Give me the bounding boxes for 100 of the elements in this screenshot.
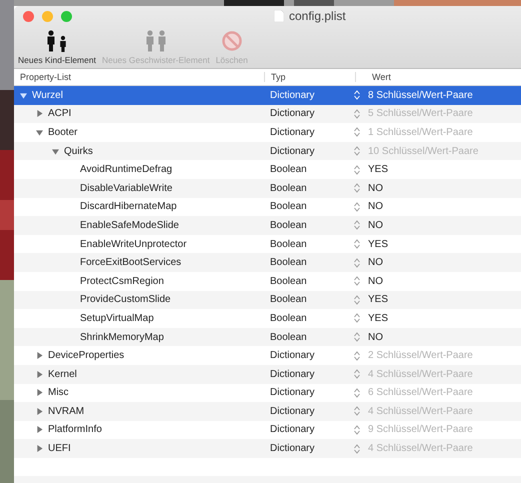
table-row[interactable]: NVRAM Dictionary 4 Schlüssel/Wert-Paare [14,402,521,421]
stepper-icon[interactable] [354,369,360,380]
table-row[interactable]: Booter Dictionary 1 Schlüssel/Wert-Paare [14,123,521,142]
stepper-icon[interactable] [354,276,360,286]
disclosure-right-icon[interactable] [36,389,44,396]
key-text: ACPI [48,108,72,120]
table-row[interactable]: EnableWriteUnprotector Boolean YES [14,234,521,254]
key-text: Misc [48,387,69,398]
key-text: DiscardHibernateMap [80,201,177,212]
value-text: 4 Schlüssel/Wert-Paare [368,443,473,454]
type-text: Dictionary [270,126,314,138]
type-text: Dictionary [270,146,314,157]
key-text: Kernel [48,368,77,380]
table-row[interactable]: DiscardHibernateMap Boolean NO [14,198,521,216]
disclosure-right-icon[interactable] [36,110,44,118]
type-text: Dictionary [270,387,314,398]
window-title: config.plist [289,9,346,23]
value-text: 6 Schlüssel/Wert-Paare [368,387,473,398]
value-text: 4 Schlüssel/Wert-Paare [368,368,473,380]
stepper-icon[interactable] [354,127,360,138]
value-text: NO [368,257,383,268]
value-text: NO [368,332,383,343]
value-text: 1 Schlüssel/Wert-Paare [368,126,473,138]
table-row[interactable]: ProtectCsmRegion Boolean NO [14,272,521,291]
table-row[interactable]: DeviceProperties Dictionary 2 Schlüssel/Wert-Paare [14,346,521,365]
disclosure-right-icon[interactable] [36,426,44,434]
stepper-icon[interactable] [354,388,360,398]
disclosure-right-icon[interactable] [36,445,44,452]
value-text: YES [368,312,388,324]
disclosure-right-icon[interactable] [36,352,44,360]
stepper-icon[interactable] [354,332,360,342]
table-row[interactable]: Wurzel Dictionary 8 Schlüssel/Wert-Paare [14,86,521,105]
table-row[interactable]: UEFI Dictionary 4 Schlüssel/Wert-Paare [14,439,521,458]
column-header[interactable]: Typ [264,72,355,82]
key-text: DisableVariableWrite [80,182,172,194]
table-row[interactable]: Misc Dictionary 6 Schlüssel/Wert-Paare [14,384,521,402]
stepper-icon[interactable] [354,183,360,194]
stepper-icon[interactable] [354,313,360,324]
key-text: UEFI [48,443,71,454]
key-text: Quirks [64,146,93,157]
stepper-icon[interactable] [354,239,360,250]
key-text: EnableSafeModeSlide [80,220,179,231]
table-row[interactable]: ShrinkMemoryMap Boolean NO [14,328,521,346]
type-text: Boolean [270,182,307,194]
key-text: ProvideCustomSlide [80,294,171,306]
stepper-icon[interactable] [354,424,360,435]
close-button[interactable] [23,10,34,22]
table-row[interactable]: DisableVariableWrite Boolean NO [14,178,521,198]
value-text: 4 Schlüssel/Wert-Paare [368,406,473,417]
type-text: Boolean [270,164,307,176]
table-row[interactable]: PlatformInfo Dictionary 9 Schlüssel/Wert-Paare [14,420,521,440]
value-text: 5 Schlüssel/Wert-Paare [368,108,473,120]
zoom-button[interactable] [61,10,72,22]
type-text: Dictionary [270,108,314,120]
minimize-button[interactable] [42,10,53,22]
table-row[interactable]: ForceExitBootServices Boolean NO [14,253,521,272]
disclosure-down-icon[interactable] [36,128,44,136]
value-text: 8 Schlüssel/Wert-Paare [368,90,473,101]
table-row[interactable]: ACPI Dictionary 5 Schlüssel/Wert-Paare [14,104,521,124]
stepper-icon[interactable] [354,406,360,416]
table-row[interactable]: AvoidRuntimeDefrag Boolean YES [14,160,521,179]
disclosure-right-icon[interactable] [36,370,44,378]
column-header[interactable]: Wert [355,72,521,82]
type-text: Boolean [270,332,307,343]
stepper-icon[interactable] [354,146,360,156]
disclosure-right-icon[interactable] [36,408,44,415]
value-text: YES [368,164,388,176]
type-text: Boolean [270,238,307,250]
key-text: Booter [48,126,78,138]
key-text: EnableWriteUnprotector [80,238,187,250]
type-text: Boolean [270,201,307,212]
disclosure-down-icon[interactable] [20,92,28,99]
stepper-icon[interactable] [354,108,360,119]
key-text: Wurzel [32,90,63,101]
table-row[interactable]: Kernel Dictionary 4 Schlüssel/Wert-Paare [14,364,521,384]
key-text: DeviceProperties [48,350,124,362]
key-text: SetupVirtualMap [80,312,154,324]
type-text: Dictionary [270,90,314,101]
key-text: NVRAM [48,406,84,417]
table-row[interactable]: SetupVirtualMap Boolean YES [14,309,521,328]
value-text: YES [368,238,388,250]
table-row[interactable]: Quirks Dictionary 10 Schlüssel/Wert-Paare [14,142,521,160]
stepper-icon[interactable] [354,258,360,268]
type-text: Boolean [270,312,307,324]
stepper-icon[interactable] [354,220,360,230]
value-text: NO [368,201,383,212]
stepper-icon[interactable] [354,164,360,175]
stepper-icon[interactable] [354,202,360,212]
key-text: ShrinkMemoryMap [80,332,164,343]
key-text: ForceExitBootServices [80,257,182,268]
stepper-icon[interactable] [354,350,360,361]
type-text: Dictionary [270,443,314,454]
disclosure-down-icon[interactable] [52,148,60,155]
stepper-icon[interactable] [354,294,360,305]
toolbar-button[interactable]: Neues Kind-Element [18,30,96,65]
column-header[interactable]: Property-List [14,72,264,82]
table-row[interactable]: ProvideCustomSlide Boolean YES [14,290,521,310]
stepper-icon[interactable] [354,444,360,454]
table-row[interactable]: EnableSafeModeSlide Boolean NO [14,216,521,235]
type-text: Dictionary [270,406,314,417]
